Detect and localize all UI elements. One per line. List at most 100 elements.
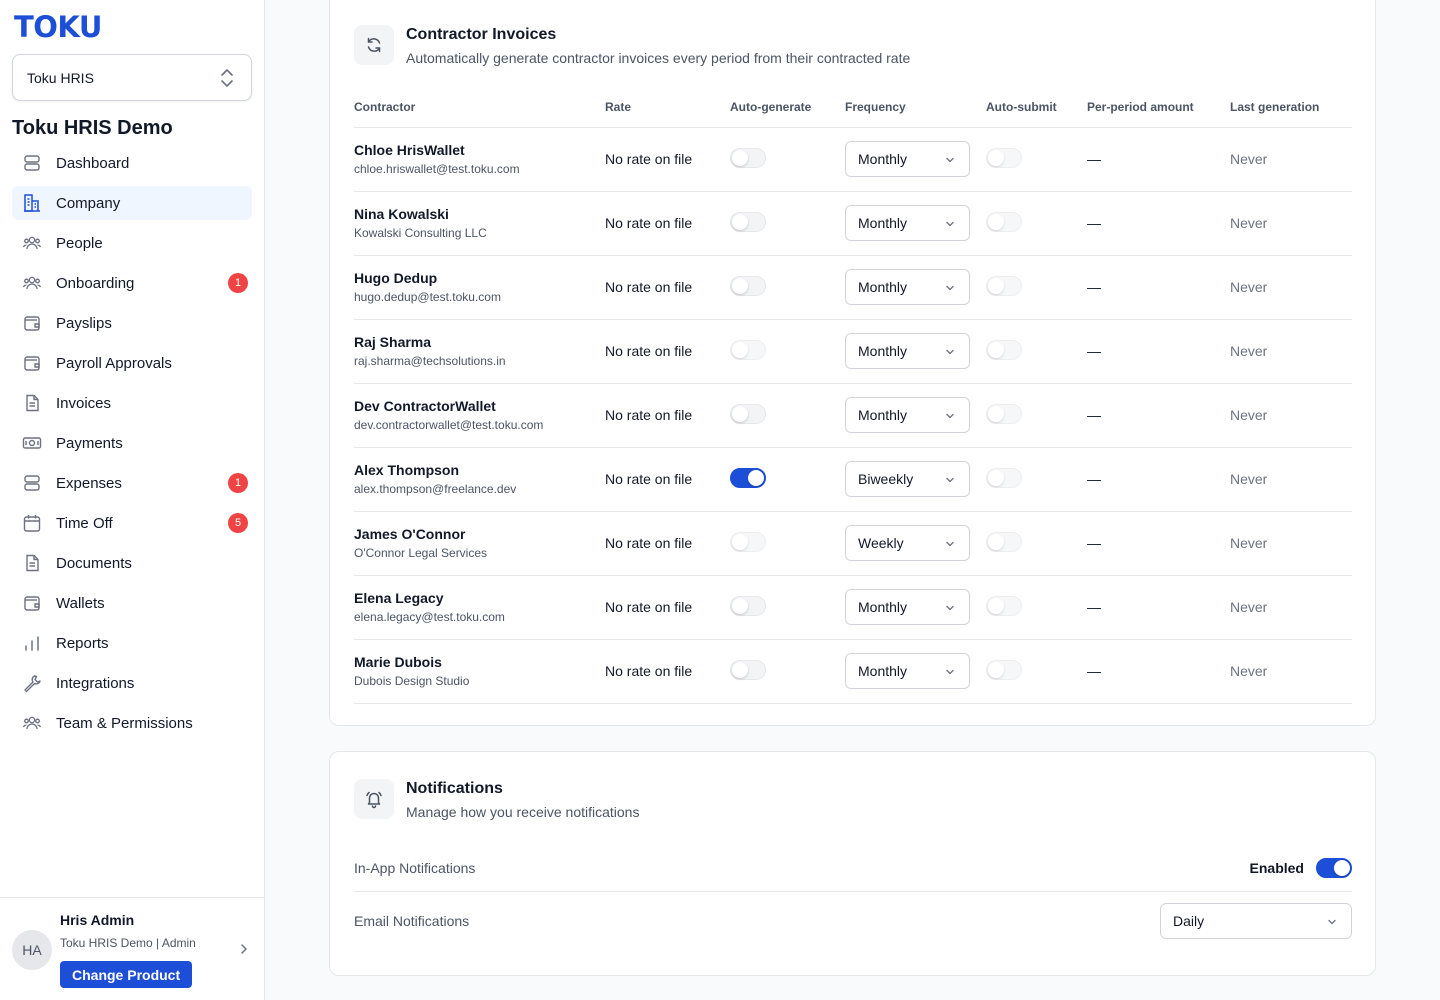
auto-submit-toggle[interactable] [986, 595, 1022, 616]
column-header: Per-period amount [1087, 87, 1230, 128]
auto-submit-toggle[interactable] [986, 403, 1022, 424]
user-name: Hris Admin [60, 912, 135, 928]
sidebar-item-dashboard[interactable]: Dashboard [12, 146, 252, 180]
sidebar-item-invoices[interactable]: Invoices [12, 386, 252, 420]
frequency-select[interactable]: Monthly [845, 333, 970, 369]
table-row: James O'Connor O'Connor Legal Services No … [354, 511, 1352, 576]
in-app-status: Enabled [1249, 860, 1304, 876]
change-product-button[interactable]: Change Product [60, 961, 193, 988]
auto-generate-toggle[interactable] [730, 531, 766, 552]
auto-generate-toggle[interactable] [730, 467, 766, 488]
frequency-value: Monthly [858, 663, 908, 679]
sidebar-item-label: Expenses [56, 474, 122, 492]
sidebar-item-onboarding[interactable]: Onboarding 1 [12, 266, 252, 300]
chevron-down-icon [946, 221, 954, 227]
column-header: Rate [605, 87, 730, 128]
sidebar-item-reports[interactable]: Reports [12, 626, 252, 660]
frequency-select[interactable]: Monthly [845, 141, 970, 177]
auto-submit-cell [986, 383, 1087, 448]
email-frequency-select[interactable]: Daily [1160, 903, 1352, 939]
frequency-select[interactable]: Monthly [845, 653, 970, 689]
auto-submit-cell [986, 319, 1087, 384]
in-app-notifications-toggle[interactable] [1316, 858, 1352, 878]
contractor-cell: Alex Thompson alex.thompson@freelance.dev [354, 447, 605, 512]
frequency-select[interactable]: Monthly [845, 205, 970, 241]
sidebar-item-label: Payments [56, 434, 123, 452]
auto-generate-toggle[interactable] [730, 275, 766, 296]
avatar[interactable]: HA [12, 930, 52, 970]
wallet-icon [22, 313, 42, 333]
contractor-name: Hugo Dedup [354, 270, 438, 286]
frequency-cell: Monthly [845, 575, 986, 640]
column-header: Frequency [845, 87, 986, 128]
per-period-amount-cell: — [1087, 511, 1230, 576]
rate-cell: No rate on file [605, 447, 730, 512]
document-icon [22, 393, 42, 413]
sidebar-item-people[interactable]: People [12, 226, 252, 260]
frequency-select[interactable]: Monthly [845, 397, 970, 433]
frequency-cell: Monthly [845, 319, 986, 384]
sidebar-item-payments[interactable]: Payments [12, 426, 252, 460]
last-generation-cell: Never [1230, 575, 1352, 640]
contractor-name: Alex Thompson [354, 462, 460, 478]
sidebar-item-wallets[interactable]: Wallets [12, 586, 252, 620]
frequency-select[interactable]: Monthly [845, 589, 970, 625]
notification-badge: 1 [228, 473, 248, 493]
email-notifications-label: Email Notifications [354, 913, 470, 929]
frequency-select[interactable]: Monthly [845, 269, 970, 305]
auto-submit-toggle[interactable] [986, 147, 1022, 168]
chevron-down-icon [946, 157, 954, 163]
auto-generate-toggle[interactable] [730, 211, 766, 232]
chevron-down-icon [946, 477, 954, 483]
auto-submit-toggle[interactable] [986, 467, 1022, 488]
sidebar-item-team-and-permissions[interactable]: Team & Permissions [12, 706, 252, 740]
auto-generate-toggle[interactable] [730, 659, 766, 680]
auto-generate-toggle[interactable] [730, 595, 766, 616]
table-row: Nina Kowalski Kowalski Consulting LLC No r… [354, 191, 1352, 256]
product-switcher[interactable]: Toku HRIS [12, 54, 252, 101]
toku-logo[interactable]: TOKU [14, 10, 102, 44]
sidebar-item-expenses[interactable]: Expenses 1 [12, 466, 252, 500]
per-period-amount-cell: — [1087, 255, 1230, 320]
auto-generate-toggle[interactable] [730, 403, 766, 424]
auto-submit-toggle[interactable] [986, 531, 1022, 552]
in-app-notifications-row: In-App Notifications Enabled [354, 858, 1352, 878]
auto-generate-toggle[interactable] [730, 339, 766, 360]
auto-submit-toggle[interactable] [986, 275, 1022, 296]
contractor-name: Raj Sharma [354, 334, 432, 350]
auto-generate-cell [730, 127, 845, 192]
sidebar-item-integrations[interactable]: Integrations [12, 666, 252, 700]
auto-generate-toggle[interactable] [730, 147, 766, 168]
sidebar-item-label: Company [56, 194, 121, 212]
stack-icon [22, 473, 42, 493]
sidebar-item-payslips[interactable]: Payslips [12, 306, 252, 340]
sidebar-item-company[interactable]: Company [12, 186, 252, 220]
per-period-amount-cell: — [1087, 639, 1230, 704]
contractor-cell: Marie Dubois Dubois Design Studio [354, 639, 605, 704]
contractor-cell: James O'Connor O'Connor Legal Services [354, 511, 605, 576]
frequency-value: Weekly [858, 535, 904, 551]
calendar-icon [22, 513, 42, 533]
chevron-down-icon [946, 541, 954, 547]
contractor-detail: O'Connor Legal Services [354, 546, 488, 560]
frequency-value: Monthly [858, 151, 908, 167]
sidebar-item-time-off[interactable]: Time Off 5 [12, 506, 252, 540]
wallet-icon [22, 353, 42, 373]
column-header: Contractor [354, 87, 605, 128]
auto-submit-cell [986, 255, 1087, 320]
auto-submit-toggle[interactable] [986, 339, 1022, 360]
card-title: Notifications [406, 780, 503, 797]
contractor-detail: alex.thompson@freelance.dev [354, 482, 517, 496]
auto-submit-toggle[interactable] [986, 659, 1022, 680]
auto-generate-cell [730, 447, 845, 512]
frequency-select[interactable]: Biweekly [845, 461, 970, 497]
sidebar-item-payroll-approvals[interactable]: Payroll Approvals [12, 346, 252, 380]
sidebar-item-documents[interactable]: Documents [12, 546, 252, 580]
frequency-value: Monthly [858, 343, 908, 359]
auto-submit-toggle[interactable] [986, 211, 1022, 232]
frequency-select[interactable]: Weekly [845, 525, 970, 561]
table-row: Dev ContractorWallet dev.contractorwallet… [354, 383, 1352, 448]
rate-cell: No rate on file [605, 639, 730, 704]
auto-generate-cell [730, 191, 845, 256]
chevron-right-icon[interactable] [238, 943, 250, 955]
